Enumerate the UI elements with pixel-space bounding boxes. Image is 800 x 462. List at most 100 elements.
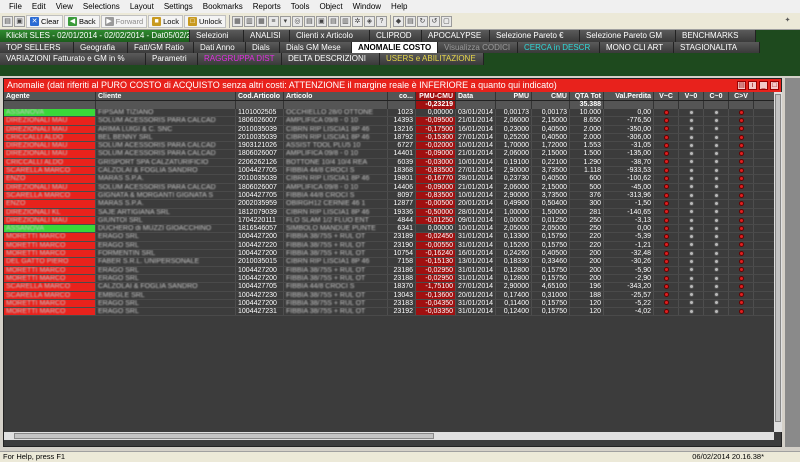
- tab-delta-descrizioni[interactable]: DELTA DESCRIZIONI: [282, 53, 380, 65]
- tab-top-sellers[interactable]: TOP SELLERS: [0, 41, 74, 53]
- header-c0[interactable]: C~0: [704, 92, 729, 100]
- table-row[interactable]: DIREZIONALI MAU ARIMA LUIGI & C. SNC 20100…: [4, 125, 774, 134]
- table-row[interactable]: MORETTI MARCO ERAGO SRL 1004427200 FIBBIA 3…: [4, 233, 774, 242]
- zoom-icon[interactable]: ◈: [363, 15, 375, 27]
- menu-settings[interactable]: Settings: [159, 0, 198, 13]
- tab-selezioni[interactable]: Selezioni: [190, 30, 244, 42]
- table-row[interactable]: DIREZIONALI MAU SOLUM ACESSORIS PARA CALC…: [4, 117, 774, 126]
- table-row[interactable]: SCARELLA MARCO EMBIGLE SRL 1004427230 FIBBI…: [4, 291, 774, 300]
- refresh-icon[interactable]: ↻: [416, 15, 428, 27]
- vertical-scrollbar[interactable]: [774, 92, 782, 432]
- header-data[interactable]: Data: [456, 92, 496, 100]
- tab-anomalie-costo[interactable]: ANOMALIE COSTO: [352, 41, 438, 53]
- print-icon[interactable]: ▤: [327, 15, 339, 27]
- tab-dials[interactable]: Dials: [246, 41, 280, 53]
- tab-selezione-pareto-gm[interactable]: Selezione Pareto GM: [580, 30, 676, 42]
- filter-icon[interactable]: ▾: [279, 15, 291, 27]
- tab-geografia[interactable]: Geografia: [74, 41, 128, 53]
- header-agente[interactable]: Agente: [4, 92, 96, 100]
- chart-icon[interactable]: ▥: [243, 15, 255, 27]
- layout-icon[interactable]: ▥: [339, 15, 351, 27]
- grid-icon[interactable]: ▦: [255, 15, 267, 27]
- header-vc[interactable]: V~C: [654, 92, 679, 100]
- header-cod-articolo[interactable]: Cod.Articolo: [236, 92, 284, 100]
- header-co[interactable]: co...: [388, 92, 416, 100]
- forward-button[interactable]: ▶ Forward: [100, 14, 148, 28]
- export-icon[interactable]: ▤: [737, 81, 746, 90]
- header-cv[interactable]: C>V: [729, 92, 754, 100]
- table-row[interactable]: DIREZIONALI MAU SOLUM ACESSORIS PARA CALC…: [4, 142, 774, 151]
- table-row[interactable]: SCARELLA MARCO CALZOLAI & FOGLIA SANDRO 10…: [4, 167, 774, 176]
- tab-clienti-x-articolo[interactable]: Clienti x Articolo: [290, 30, 370, 42]
- table-row[interactable]: MORETTI MARCO ERAGO SRL 1004427200 FIBBIA 3…: [4, 274, 774, 284]
- info-icon[interactable]: i: [748, 81, 757, 90]
- header-val-perdita[interactable]: Val.Perdita: [604, 92, 654, 100]
- tab-visualizza-codici[interactable]: Visualizza CODICI: [438, 41, 518, 53]
- tab-benchmarks[interactable]: BENCHMARKS: [676, 30, 756, 42]
- back-button[interactable]: ◀ Back: [63, 14, 100, 28]
- menu-edit[interactable]: Edit: [27, 0, 51, 13]
- tab-cliprod[interactable]: CLIPROD: [370, 30, 422, 42]
- table-row[interactable]: ASSANOVA DUCHERO di MUZZI GIOACCHINO 18165…: [4, 225, 774, 234]
- report-icon[interactable]: ▤: [404, 15, 416, 27]
- header-cliente[interactable]: Cliente: [96, 92, 236, 100]
- open-icon[interactable]: ▤: [2, 15, 13, 27]
- table-row[interactable]: SCARELLA MARCO GIGNATA & MORGANTI GIGNATA…: [4, 191, 774, 201]
- tab-cerca-in-descr[interactable]: CERCA in DESCR: [518, 41, 600, 53]
- table-row[interactable]: MORETTI MARCO ERAGO SRL 1004427200 FIBBIA 3…: [4, 266, 774, 275]
- export-icon[interactable]: ▣: [315, 15, 327, 27]
- tab-dati-anno[interactable]: Dati Anno: [194, 41, 246, 53]
- tab-raggruppa-dist[interactable]: RAGGRUPPA DIST: [198, 53, 282, 65]
- scroll-thumb[interactable]: [775, 94, 781, 422]
- bookmark-icon[interactable]: ▤: [303, 15, 315, 27]
- menu-file[interactable]: File: [4, 0, 27, 13]
- table-row[interactable]: MORETTI MARCO ERAGO SRL 1004427200 FIBBIA 3…: [4, 299, 774, 309]
- menu-object[interactable]: Object: [314, 0, 347, 13]
- header-articolo[interactable]: Articolo: [284, 92, 388, 100]
- menu-layout[interactable]: Layout: [125, 0, 159, 13]
- menu-bookmarks[interactable]: Bookmarks: [198, 0, 248, 13]
- table-row[interactable]: CRICCALLI ALDO BEL BENNY SRL 2010035039 CIB…: [4, 133, 774, 143]
- table-row[interactable]: SCARELLA MARCO CALZOLAI & FOGLIA SANDRO 10…: [4, 283, 774, 292]
- table-row[interactable]: ENZO MARAS S.P.A. 2002035959 OBIRGH12 CERNI…: [4, 200, 774, 209]
- tab-selezione-pareto-eur[interactable]: Selezione Pareto €: [490, 30, 580, 42]
- table-row[interactable]: DIREZIONALI MAU SOLUM ACESSORIS PARA CALC…: [4, 150, 774, 159]
- tab-document-info[interactable]: KlickIt SLES - 02/01/2014 - 02/02/2014 -…: [0, 30, 190, 42]
- clear-button[interactable]: ✕ Clear: [26, 14, 63, 28]
- tab-users-abilitazione[interactable]: USERS e ABILITAZIONE: [380, 53, 484, 65]
- menu-help[interactable]: Help: [386, 0, 412, 13]
- header-pmu[interactable]: PMU: [496, 92, 532, 100]
- maximize-icon[interactable]: □: [770, 81, 779, 90]
- tab-apocalypse[interactable]: APOCALYPSE: [422, 30, 490, 42]
- table-row[interactable]: ASSANOVA FIPSAM TIZIANO 1101002505 OCCHIELL…: [4, 109, 774, 118]
- horizontal-scrollbar[interactable]: [4, 432, 774, 440]
- header-cmu[interactable]: CMU: [532, 92, 570, 100]
- lock-button[interactable]: ■ Lock: [148, 14, 183, 28]
- table-row[interactable]: MORETTI MARCO FORMENTIN SRL 1004427200 FIBB…: [4, 250, 774, 259]
- tab-variazioni[interactable]: VARIAZIONI Fatturato e GM in %: [0, 53, 146, 65]
- save-icon[interactable]: ▣: [14, 15, 25, 27]
- table-icon[interactable]: ▦: [231, 15, 243, 27]
- table-row[interactable]: DIREZIONALI KL SAJE ARTIGIANA SRL 18120790…: [4, 208, 774, 217]
- scroll-thumb[interactable]: [14, 433, 434, 439]
- nav-icon[interactable]: ◆: [392, 15, 404, 27]
- settings-icon[interactable]: ✲: [351, 15, 363, 27]
- search-icon[interactable]: ◎: [291, 15, 303, 27]
- menu-view[interactable]: View: [51, 0, 78, 13]
- list-icon[interactable]: ≡: [267, 15, 279, 27]
- table-row[interactable]: ENZO MARAS S.P.A. 2010035039 CIBRN RIP LISC…: [4, 175, 774, 184]
- table-row[interactable]: DIREZIONALI MAU GIUNTOI SRL 1704220111 FLO …: [4, 216, 774, 226]
- table-row[interactable]: MORETTI MARCO ERAGO SRL 1004427220 FIBBIA 3…: [4, 241, 774, 251]
- menu-window[interactable]: Window: [348, 0, 386, 13]
- reload-icon[interactable]: ↺: [428, 15, 440, 27]
- table-row[interactable]: MORETTI MARCO ERAGO SRL 1004427231 FIBBIA 3…: [4, 308, 774, 317]
- tab-dials-gm-mese[interactable]: Dials GM Mese: [280, 41, 352, 53]
- tab-analisi[interactable]: ANALISI: [244, 30, 290, 42]
- header-pmu-cmu[interactable]: PMU-CMU: [416, 92, 456, 100]
- minimize-icon[interactable]: _: [759, 81, 768, 90]
- window-icon[interactable]: ▢: [440, 15, 452, 27]
- header-v0[interactable]: V~0: [679, 92, 704, 100]
- menu-tools[interactable]: Tools: [286, 0, 315, 13]
- header-qta-tot[interactable]: QTA Tot: [570, 92, 604, 100]
- tab-parametri[interactable]: Parametri: [146, 53, 198, 65]
